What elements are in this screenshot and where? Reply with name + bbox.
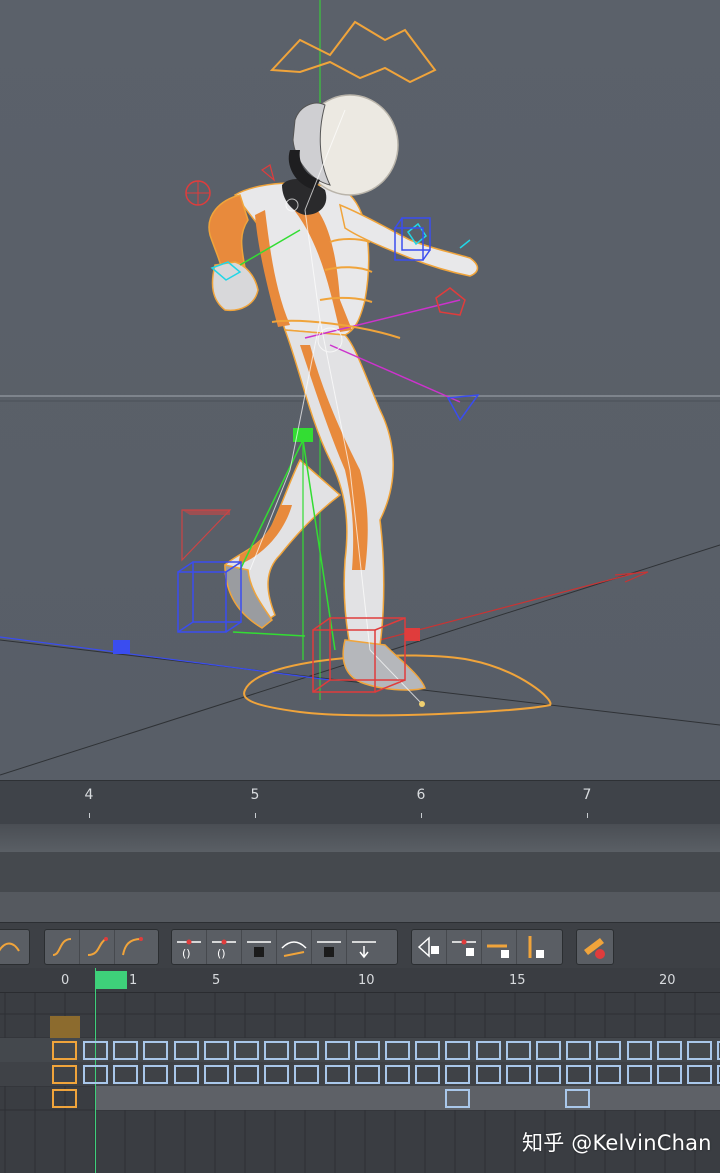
keyframe[interactable]	[234, 1041, 259, 1060]
lock-tangent-icon[interactable]	[347, 930, 381, 964]
keyframe[interactable]	[52, 1089, 77, 1108]
keyframe[interactable]	[234, 1065, 259, 1084]
watermark: 知乎 @KelvinChan	[522, 1131, 712, 1155]
lock-key-icon[interactable]	[412, 930, 447, 964]
spline-icon[interactable]	[45, 930, 80, 964]
zero-angle-icon[interactable]: ()	[207, 930, 242, 964]
keyframe[interactable]	[476, 1065, 501, 1084]
keyframe[interactable]	[536, 1065, 561, 1084]
keyframe[interactable]	[627, 1041, 652, 1060]
keyframe[interactable]	[445, 1041, 470, 1060]
keyframe[interactable]	[566, 1041, 591, 1060]
keyframe[interactable]	[596, 1041, 621, 1060]
svg-text:(): ()	[182, 947, 191, 960]
keyframe[interactable]	[657, 1065, 682, 1084]
curve-icon[interactable]	[0, 930, 27, 964]
keyframe[interactable]	[204, 1041, 229, 1060]
keyframe[interactable]	[264, 1065, 289, 1084]
ease-out-icon[interactable]	[115, 930, 149, 964]
keyframe[interactable]	[385, 1041, 410, 1060]
toolbar-group-locks	[411, 929, 563, 965]
keyframe[interactable]	[687, 1041, 712, 1060]
heel-roll-handle	[181, 509, 232, 562]
keyframe[interactable]	[687, 1065, 712, 1084]
keyframe[interactable]	[445, 1089, 470, 1108]
lock-time-icon[interactable]	[482, 930, 517, 964]
frame-label: 20	[659, 973, 676, 988]
keyframe[interactable]	[476, 1041, 501, 1060]
panel-divider	[0, 824, 720, 852]
frame-ruler[interactable]: 0 1 5 10 15 20	[0, 968, 720, 993]
x-axis-handle	[405, 628, 420, 641]
svg-text:(): ()	[217, 947, 226, 960]
keyframe[interactable]	[385, 1065, 410, 1084]
toolbar-group-special	[576, 929, 614, 965]
keyframe[interactable]	[355, 1065, 380, 1084]
keyframe[interactable]	[415, 1065, 440, 1084]
head-control	[269, 20, 437, 84]
keyframe[interactable]	[506, 1041, 531, 1060]
frame-label: 10	[358, 973, 375, 988]
z-axis-line	[0, 636, 331, 681]
ruler-tick-label: 7	[582, 787, 592, 803]
keyframe[interactable]	[264, 1041, 289, 1060]
z-axis-handle	[113, 640, 130, 654]
keyframe[interactable]	[83, 1041, 108, 1060]
3d-viewport[interactable]	[0, 0, 720, 780]
lock-value-icon[interactable]	[447, 930, 482, 964]
frame-label: 5	[212, 973, 221, 988]
left-hand	[211, 261, 259, 312]
panel-subheader	[0, 892, 720, 922]
keyframe[interactable]	[325, 1041, 350, 1060]
keyframe[interactable]	[143, 1065, 168, 1084]
clamp-icon[interactable]	[577, 930, 611, 964]
keyframe[interactable]	[204, 1065, 229, 1084]
ruler-tick-label: 5	[250, 787, 260, 803]
keyframe[interactable]	[325, 1065, 350, 1084]
frame-label: 15	[509, 973, 526, 988]
frame-label: 0	[61, 973, 70, 988]
toolbar-group-tangents: () ()	[171, 929, 398, 965]
toolbar-group-partial	[0, 929, 30, 965]
keyframe[interactable]	[113, 1041, 138, 1060]
ease-in-icon[interactable]	[80, 930, 115, 964]
keyframe[interactable]	[294, 1065, 319, 1084]
keyframe[interactable]	[355, 1041, 380, 1060]
keyframe[interactable]	[627, 1065, 652, 1084]
keyframe[interactable]	[566, 1065, 591, 1084]
keyframe[interactable]	[565, 1089, 590, 1108]
keyframe[interactable]	[52, 1065, 77, 1084]
keyframe[interactable]	[113, 1065, 138, 1084]
keyframe[interactable]	[445, 1065, 470, 1084]
keyframe[interactable]	[174, 1041, 199, 1060]
break-tangent-icon[interactable]	[277, 930, 312, 964]
ruler-tick-label: 6	[416, 787, 426, 803]
keyframe[interactable]	[536, 1041, 561, 1060]
keyframe[interactable]	[52, 1041, 77, 1060]
zero-length-icon[interactable]	[242, 930, 277, 964]
toe-tip-handle	[419, 701, 425, 707]
viewport-scene	[0, 0, 720, 776]
keyframe[interactable]	[143, 1041, 168, 1060]
hand-rotation-icon	[435, 287, 466, 316]
toolbar-group-interpolation	[44, 929, 159, 965]
panel-header	[0, 852, 720, 892]
keyframe[interactable]	[83, 1065, 108, 1084]
lock-angle-icon[interactable]	[517, 930, 551, 964]
keyframe[interactable]	[294, 1041, 319, 1060]
keyframe[interactable]	[657, 1041, 682, 1060]
curve-toolbar: () ()	[0, 922, 720, 969]
playhead[interactable]	[95, 971, 127, 989]
frame-label: 1	[129, 973, 138, 988]
keyframe[interactable]	[506, 1065, 531, 1084]
keyframe[interactable]	[174, 1065, 199, 1084]
keyframe[interactable]	[596, 1065, 621, 1084]
link-tangent-icon[interactable]	[312, 930, 347, 964]
keyframe[interactable]	[415, 1041, 440, 1060]
auto-tangent-icon[interactable]: ()	[172, 930, 207, 964]
time-ruler[interactable]: 4 5 6 7	[0, 780, 720, 825]
ruler-tick-label: 4	[84, 787, 94, 803]
